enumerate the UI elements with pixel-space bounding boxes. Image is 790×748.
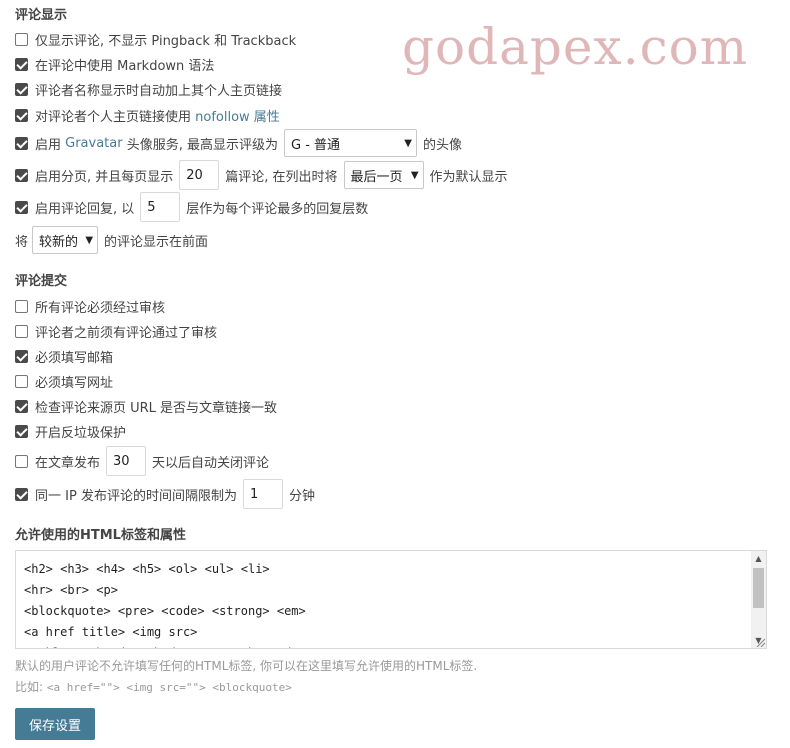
option-require-approval[interactable]: 所有评论必须经过审核 <box>15 294 165 318</box>
label-order-prefix: 将 <box>15 234 29 250</box>
gravatar-link[interactable]: Gravatar <box>65 136 122 151</box>
example-prefix: 比如: <box>15 680 47 694</box>
option-prior-approval[interactable]: 评论者之前须有评论通过了审核 <box>15 319 217 343</box>
option-require-url[interactable]: 必须填写网址 <box>15 369 113 393</box>
checkbox-markdown[interactable] <box>15 57 28 71</box>
option-reply[interactable]: 启用评论回复, 以 5 层作为每个评论最多的回复层数 <box>15 192 369 222</box>
label-only-comments: 仅显示评论, 不显示 Pingback 和 Trackback <box>35 33 297 49</box>
option-nofollow[interactable]: 对评论者个人主页链接使用 nofollow 属性 <box>15 103 280 127</box>
label-require-approval: 所有评论必须经过审核 <box>35 300 166 316</box>
chevron-down-icon: ▼ <box>404 137 412 149</box>
reply-depth-input[interactable]: 5 <box>140 192 181 222</box>
scroll-thumb[interactable] <box>753 568 764 608</box>
label-close-prefix: 在文章发布 <box>35 455 101 471</box>
paging-default-value: 最后一页 <box>350 169 403 185</box>
label-antispam: 开启反垃圾保护 <box>35 425 127 441</box>
checkbox-auto-close[interactable] <box>15 454 28 468</box>
nofollow-link[interactable]: nofollow 属性 <box>195 106 280 125</box>
label-order-suffix: 的评论显示在前面 <box>104 234 209 250</box>
html-tags-note: 默认的用户评论不允许填写任何的HTML标签, 你可以在这里填写允许使用的HTML… <box>15 659 478 673</box>
option-order: 将 较新的 ▼ 的评论显示在前面 <box>15 226 209 254</box>
label-require-url: 必须填写网址 <box>35 375 114 391</box>
checkbox-author-link[interactable] <box>15 82 28 96</box>
label-reply-prefix: 启用评论回复, 以 <box>35 201 135 217</box>
checkbox-require-email[interactable] <box>15 349 28 363</box>
watermark: godapex.com <box>402 18 749 76</box>
label-markdown: 在评论中使用 Markdown 语法 <box>35 58 215 74</box>
checkbox-require-url[interactable] <box>15 374 28 388</box>
example-code: <a href=""> <img src=""> <blockquote> <box>46 681 292 694</box>
scroll-up-icon[interactable]: ▲ <box>751 551 766 566</box>
order-select[interactable]: 较新的 ▼ <box>32 226 99 254</box>
checkbox-require-approval[interactable] <box>15 299 28 313</box>
option-only-comments[interactable]: 仅显示评论, 不显示 Pingback 和 Trackback <box>15 27 296 51</box>
checkbox-check-referer[interactable] <box>15 399 28 413</box>
label-gravatar-mid: 头像服务, 最高显示评级为 <box>122 137 278 153</box>
option-author-link[interactable]: 评论者名称显示时自动加上其个人主页链接 <box>15 77 282 101</box>
label-paging-prefix: 启用分页, 并且每页显示 <box>35 169 174 185</box>
paging-per-page-input[interactable]: 20 <box>179 160 220 190</box>
paging-default-select[interactable]: 最后一页 ▼ <box>343 161 424 189</box>
checkbox-interval[interactable] <box>15 487 28 501</box>
checkbox-nofollow[interactable] <box>15 108 28 122</box>
save-settings-button[interactable]: 保存设置 <box>15 708 95 740</box>
interval-minutes-input[interactable]: 1 <box>242 479 283 509</box>
label-author-link: 评论者名称显示时自动加上其个人主页链接 <box>35 83 283 99</box>
chevron-down-icon: ▼ <box>85 234 94 246</box>
option-interval[interactable]: 同一 IP 发布评论的时间间隔限制为 1 分钟 <box>15 479 315 509</box>
html-tags-example: 比如: <a href=""> <img src=""> <blockquote… <box>15 678 292 695</box>
checkbox-antispam[interactable] <box>15 424 28 438</box>
section-title-display: 评论显示 <box>15 8 68 23</box>
section-title-submit: 评论提交 <box>15 274 68 289</box>
resize-grip-icon[interactable] <box>755 637 765 647</box>
order-value: 较新的 <box>39 234 79 250</box>
html-tags-content: <h2> <h3> <h4> <h5> <ol> <ul> <li> <hr> … <box>24 562 306 648</box>
chevron-down-icon: ▼ <box>410 169 419 181</box>
label-require-email: 必须填写邮箱 <box>35 350 114 366</box>
label-gravatar-suffix: 的头像 <box>423 137 463 153</box>
gravatar-rating-value: G - 普通 <box>291 137 341 153</box>
label-prior-approval: 评论者之前须有评论通过了审核 <box>35 325 218 341</box>
close-days-input[interactable]: 30 <box>106 446 147 476</box>
option-auto-close[interactable]: 在文章发布 30 天以后自动关闭评论 <box>15 446 270 476</box>
checkbox-gravatar[interactable] <box>15 136 28 150</box>
checkbox-paging[interactable] <box>15 168 28 182</box>
gravatar-rating-select[interactable]: G - 普通 ▼ <box>284 129 417 157</box>
label-close-suffix: 天以后自动关闭评论 <box>152 455 270 471</box>
html-tags-textarea[interactable]: <h2> <h3> <h4> <h5> <ol> <ul> <li> <hr> … <box>15 550 767 649</box>
label-check-referer: 检查评论来源页 URL 是否与文章链接一致 <box>35 400 278 416</box>
label-paging-suffix: 作为默认显示 <box>429 169 508 185</box>
option-markdown[interactable]: 在评论中使用 Markdown 语法 <box>15 52 214 76</box>
label-reply-suffix: 层作为每个评论最多的回复层数 <box>186 201 369 217</box>
label-interval-suffix: 分钟 <box>288 488 315 504</box>
checkbox-prior-approval[interactable] <box>15 324 28 338</box>
label-paging-mid: 篇评论, 在列出时将 <box>225 169 338 185</box>
checkbox-reply[interactable] <box>15 200 28 214</box>
section-title-html-tags: 允许使用的HTML标签和属性 <box>15 528 186 543</box>
label-gravatar-prefix: 启用 <box>35 137 66 153</box>
checkbox-only-comments[interactable] <box>15 32 28 46</box>
option-antispam[interactable]: 开启反垃圾保护 <box>15 419 126 443</box>
option-check-referer[interactable]: 检查评论来源页 URL 是否与文章链接一致 <box>15 394 277 418</box>
option-paging[interactable]: 启用分页, 并且每页显示 20 篇评论, 在列出时将 最后一页 ▼ 作为默认显示 <box>15 160 508 190</box>
option-require-email[interactable]: 必须填写邮箱 <box>15 344 113 368</box>
label-interval-prefix: 同一 IP 发布评论的时间间隔限制为 <box>35 488 237 504</box>
option-gravatar[interactable]: 启用 Gravatar 头像服务, 最高显示评级为 G - 普通 ▼ 的头像 <box>15 129 463 157</box>
textarea-scrollbar[interactable]: ▲ ▼ <box>751 551 766 648</box>
label-nofollow-prefix: 对评论者个人主页链接使用 <box>35 109 196 125</box>
